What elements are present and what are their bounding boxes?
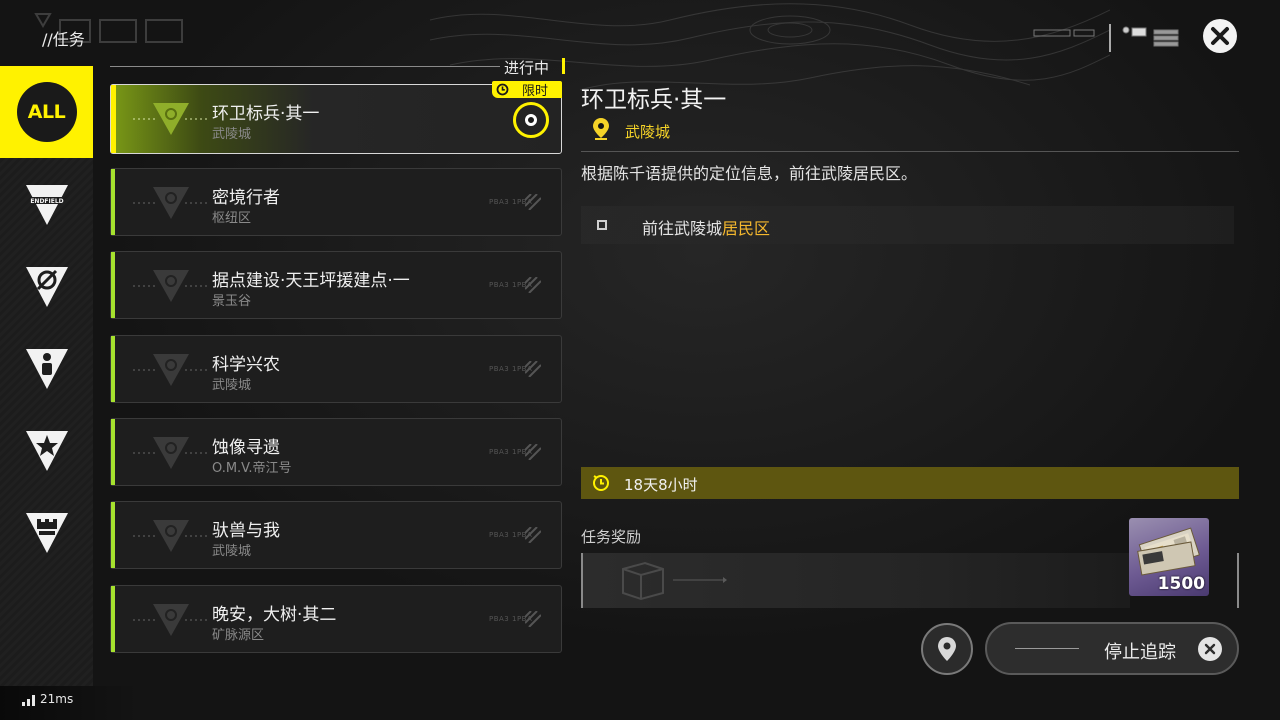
objective-checkbox	[597, 220, 607, 230]
reward-count: 1500	[1157, 574, 1205, 594]
time-remaining-bar: 18天8小时	[581, 467, 1239, 499]
tracking-dot	[525, 114, 537, 126]
detail-location: 武陵城	[625, 123, 671, 141]
hatch-icon	[525, 194, 541, 210]
rewards-label: 任务奖励	[581, 528, 642, 546]
quest-card[interactable]: 密境行者 枢纽区 PBA3 1PBA	[110, 168, 562, 236]
rewards-strip	[581, 553, 1130, 608]
quest-card[interactable]: 驮兽与我 武陵城 PBA3 1PBA	[110, 501, 562, 569]
endfield-icon-text: ENDFIELD	[30, 198, 63, 205]
quest-area: 矿脉源区	[212, 628, 265, 643]
category-castle[interactable]	[0, 498, 93, 568]
quest-type-triangle-icon	[133, 437, 209, 469]
rewards-edge	[1237, 553, 1239, 608]
endfield-triangle-icon: ENDFIELD	[25, 185, 68, 225]
time-remaining: 18天8小时	[624, 476, 698, 494]
quest-area: 武陵城	[212, 544, 252, 559]
close-button[interactable]	[1203, 19, 1237, 53]
stop-tracking-label: 停止追踪	[1104, 642, 1176, 663]
quest-type-triangle-icon	[133, 103, 209, 135]
quest-name: 科学兴农	[212, 355, 280, 375]
quest-type-triangle-icon	[133, 354, 209, 386]
category-all[interactable]: ALL	[0, 66, 93, 158]
quest-accent-bar	[111, 85, 116, 153]
slash-circle-triangle-icon	[25, 267, 68, 307]
reward-item-currency[interactable]: 1500	[1129, 518, 1209, 596]
hatch-icon	[525, 527, 541, 543]
quest-accent-bar	[111, 502, 115, 568]
category-rail: ALL ENDFIELD	[0, 66, 93, 686]
map-pin-icon	[938, 637, 956, 661]
quest-card[interactable]: 据点建设·天王坪援建点·一 景玉谷 PBA3 1PBA	[110, 251, 562, 319]
ping-value: 21ms	[40, 692, 74, 706]
stop-tracking-close-icon	[1198, 637, 1222, 661]
objective-highlight: 居民区	[722, 219, 771, 238]
quest-name: 驮兽与我	[212, 521, 280, 541]
objective-text: 前往武陵城居民区	[642, 215, 770, 239]
quest-card[interactable]: 科学兴农 武陵城 PBA3 1PBA	[110, 335, 562, 403]
tracking-indicator[interactable]	[513, 102, 549, 138]
hatch-icon	[525, 361, 541, 377]
category-slash[interactable]	[0, 252, 93, 322]
banknote-stack-icon	[1137, 527, 1200, 576]
stop-tracking-line	[1015, 648, 1079, 649]
reward-box-decoration-icon	[622, 561, 727, 601]
map-locate-button[interactable]	[921, 623, 973, 675]
star-triangle-icon	[25, 431, 68, 471]
quest-area: 武陵城	[212, 378, 252, 393]
quest-type-triangle-icon	[133, 520, 209, 552]
quest-accent-bar	[111, 586, 115, 652]
quest-area: O.M.V.帝江号	[212, 461, 292, 476]
limited-time-label: 限时	[521, 84, 548, 99]
section-label-in-progress: 进行中	[504, 59, 550, 77]
quest-card[interactable]: 蚀像寻遗 O.M.V.帝江号 PBA3 1PBA	[110, 418, 562, 486]
quest-area: 枢纽区	[212, 211, 252, 226]
detail-description: 根据陈千语提供的定位信息，前往武陵居民区。	[581, 164, 918, 183]
all-filter-badge: ALL	[16, 82, 77, 142]
hatch-icon	[525, 444, 541, 460]
detail-title: 环卫标兵·其一	[581, 87, 727, 113]
quest-area: 武陵城	[212, 127, 252, 142]
quest-accent-bar	[111, 252, 115, 318]
quest-name: 据点建设·天王坪援建点·一	[212, 271, 410, 291]
castle-triangle-icon	[25, 513, 68, 553]
objective-prefix: 前往武陵城	[642, 219, 723, 238]
objective-row: 前往武陵城居民区	[581, 206, 1234, 244]
quest-name: 蚀像寻遗	[212, 438, 280, 458]
timer-clock-icon	[593, 475, 609, 491]
quest-type-triangle-icon	[133, 187, 209, 219]
quest-name: 密境行者	[212, 188, 280, 208]
location-pin-icon	[593, 118, 609, 140]
hatch-icon	[525, 277, 541, 293]
page-title: //任务	[42, 30, 85, 49]
person-triangle-icon	[25, 349, 68, 389]
quest-accent-bar	[111, 419, 115, 485]
quest-type-triangle-icon	[133, 604, 209, 636]
limited-time-badge: 限时	[492, 81, 562, 99]
clock-icon	[496, 83, 509, 96]
category-star[interactable]	[0, 416, 93, 486]
hud-status-indicators	[1033, 24, 1179, 52]
category-endfield[interactable]: ENDFIELD	[0, 170, 93, 240]
section-divider	[110, 66, 500, 67]
quest-name: 环卫标兵·其一	[212, 104, 320, 124]
close-icon	[1211, 27, 1229, 45]
quest-name: 晚安，大树·其二	[212, 605, 337, 625]
stop-tracking-button[interactable]: 停止追踪	[985, 622, 1239, 675]
signal-strength-icon	[22, 695, 35, 706]
category-person[interactable]	[0, 334, 93, 404]
section-tick	[562, 58, 565, 74]
quest-accent-bar	[111, 336, 115, 402]
quest-accent-bar	[111, 169, 115, 235]
quest-area: 景玉谷	[212, 294, 252, 309]
detail-divider	[581, 151, 1239, 152]
quest-card[interactable]: 晚安，大树·其二 矿脉源区 PBA3 1PBA	[110, 585, 562, 653]
hatch-icon	[525, 611, 541, 627]
quest-type-triangle-icon	[133, 270, 209, 302]
